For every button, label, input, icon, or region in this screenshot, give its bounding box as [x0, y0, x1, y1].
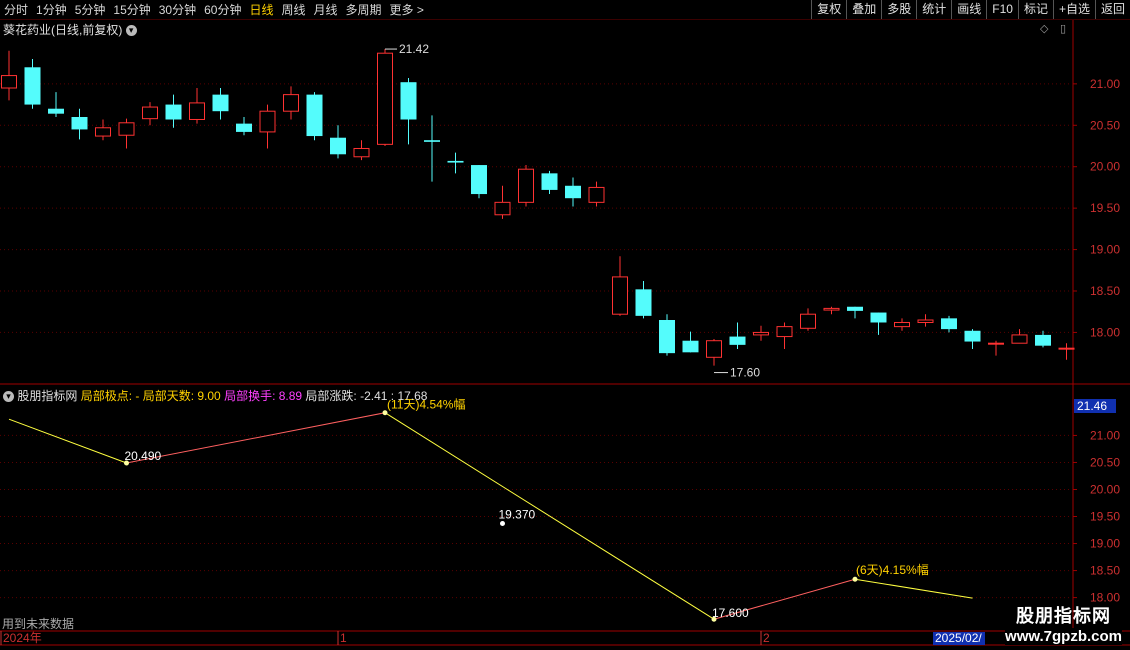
candle-down	[236, 123, 252, 132]
indicator-tick-2: 20.00	[1090, 482, 1120, 496]
main-price-tick-1: 20.50	[1090, 118, 1120, 132]
indicator-item-3: 局部涨跌: -2.41 : 17.68	[302, 389, 428, 403]
indicator-item-2: 局部换手: 8.89	[220, 389, 303, 403]
time-axis-label-0: 2024年	[3, 631, 42, 645]
collapse-circle-icon[interactable]: ▾	[3, 391, 14, 403]
main-chart-title: 葵花药业(日线,前复权) ▾	[3, 21, 137, 38]
zigzag-segment	[384, 412, 715, 620]
candle-down	[400, 82, 417, 120]
indicator-title: ▾ 股朋指标网 局部极点: - 局部天数: 9.00 局部换手: 8.89 局部…	[3, 387, 427, 404]
candle-down	[847, 306, 863, 311]
candle-up	[612, 276, 628, 315]
zigzag-label-low1: 20.490	[125, 449, 162, 463]
zigzag-point	[852, 576, 858, 582]
candle-up	[1011, 334, 1028, 344]
zigzag-segment	[126, 412, 386, 464]
panel-toggle-icon[interactable]: ▯	[1060, 22, 1066, 35]
future-data-note: 用到未来数据	[2, 617, 75, 631]
candle-down	[565, 185, 581, 199]
zigzag-point	[500, 521, 505, 527]
settings-circle-icon[interactable]: ▾	[125, 25, 137, 37]
indicator-tick-0: 21.00	[1090, 428, 1120, 442]
candle-up	[377, 52, 393, 145]
indicator-tick-3: 19.50	[1090, 510, 1120, 524]
watermark-url: www.7gpzb.com	[1005, 628, 1122, 645]
indicator-item-0: 局部极点: -	[80, 389, 140, 403]
indicator-item-1: 局部天数: 9.00	[139, 389, 221, 403]
candle-down	[165, 104, 182, 120]
candle-up	[118, 122, 135, 136]
candle-down	[964, 330, 981, 342]
candle-down	[447, 160, 464, 163]
time-axis-label-1: 1	[340, 631, 347, 645]
candle-down	[635, 289, 652, 316]
candle-down	[212, 94, 229, 112]
candle-down	[471, 165, 487, 195]
stock-title: 葵花药业(日线,前复权)	[3, 23, 123, 37]
zigzag-segment	[8, 418, 127, 464]
candle-down	[541, 173, 558, 190]
candle-up	[894, 321, 910, 328]
current-value-label: 21.46	[1077, 399, 1107, 413]
indicator-tick-1: 20.50	[1090, 455, 1120, 469]
candle-down	[48, 108, 64, 114]
high-price-label: 21.42	[399, 42, 429, 56]
candle-down	[424, 140, 440, 142]
candle-down	[1035, 334, 1051, 346]
main-price-tick-2: 20.00	[1090, 160, 1120, 174]
candle-up	[494, 201, 511, 216]
candle-up	[588, 186, 605, 203]
candle-down	[870, 312, 887, 323]
chart-canvas: 21.00 20.50 20.00 19.50 19.00 18.50 18.00 21.42…	[0, 20, 1130, 646]
candle-up	[142, 106, 158, 120]
watermark: 股朋指标网 www.7gpzb.com	[1005, 602, 1122, 645]
indicator-tick-4: 19.00	[1090, 537, 1120, 551]
candle-up	[189, 102, 205, 120]
zigzag-segment	[854, 578, 973, 599]
candle-up	[988, 342, 1004, 345]
low-price-label: 17.60	[730, 366, 760, 380]
indicator-name: 股朋指标网	[17, 389, 78, 403]
candle-up	[1058, 347, 1075, 350]
time-axis-label-2: 2	[763, 631, 770, 645]
candle-up	[823, 307, 840, 311]
indicator-tick-5: 18.50	[1090, 564, 1120, 578]
main-price-tick-3: 19.50	[1090, 201, 1120, 215]
zigzag-label-low2: 17.600	[712, 606, 749, 620]
candle-down	[682, 340, 699, 353]
candle-down	[330, 137, 346, 155]
zigzag-label-mid: 19.370	[499, 508, 536, 522]
candle-down	[71, 117, 88, 130]
candle-down	[306, 94, 323, 137]
candle-up	[917, 319, 934, 323]
main-price-tick-0: 21.00	[1090, 77, 1120, 91]
candle-up	[753, 331, 769, 336]
candle-up	[283, 94, 299, 112]
candle-up	[800, 313, 816, 329]
main-price-tick-5: 18.50	[1090, 284, 1120, 298]
candle-up	[95, 127, 111, 137]
candle-up	[706, 340, 722, 358]
diamond-icon[interactable]: ◇	[1040, 22, 1048, 35]
candle-down	[941, 318, 957, 330]
candle-down	[729, 336, 746, 345]
watermark-name: 股朋指标网	[1016, 606, 1112, 626]
time-axis-label-3: 2025/02/	[935, 631, 982, 645]
candle-up	[1, 75, 17, 89]
candle-up	[776, 326, 793, 338]
main-price-tick-6: 18.00	[1090, 325, 1120, 339]
candle-down	[24, 67, 41, 105]
candle-up	[518, 168, 534, 203]
candle-up	[259, 110, 276, 133]
zigzag-label-high2: (6天)4.15%幅	[856, 562, 929, 577]
candle-up	[353, 147, 370, 158]
candle-down	[659, 320, 675, 354]
main-price-tick-4: 19.00	[1090, 243, 1120, 257]
